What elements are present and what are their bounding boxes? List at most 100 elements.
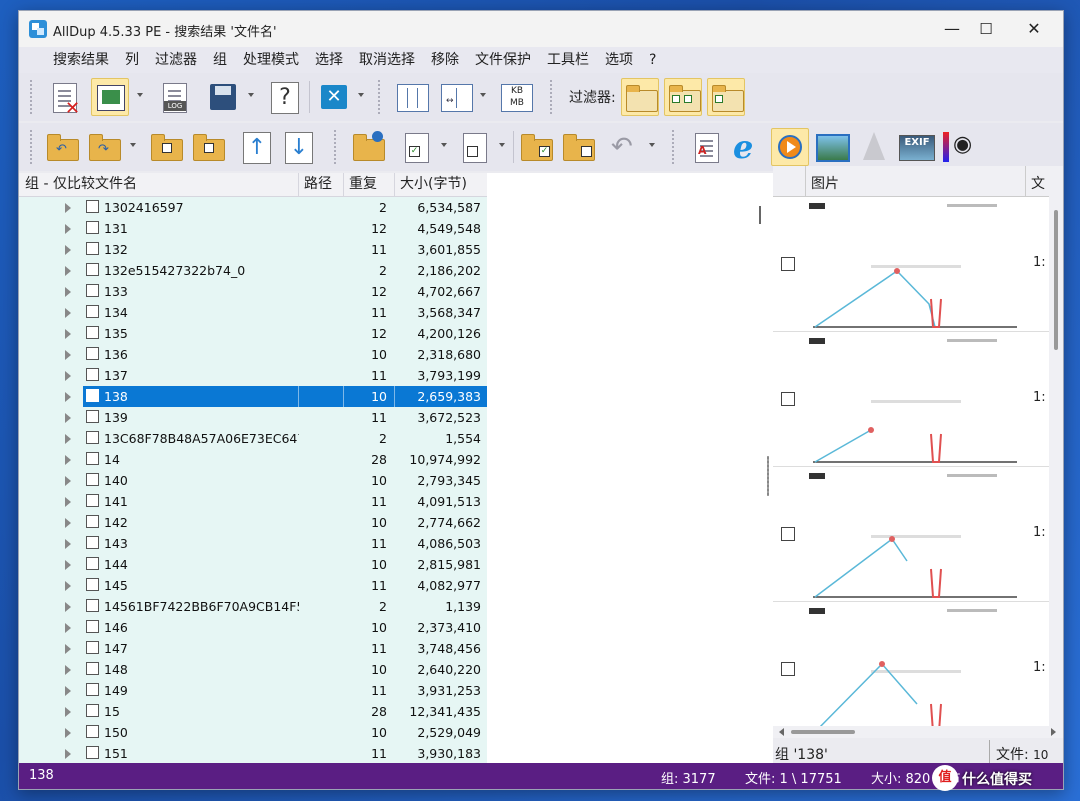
preview-splitter-grip[interactable] [767, 456, 769, 496]
table-row[interactable]: 133 12 4,702,667 [19, 281, 487, 302]
table-row[interactable]: 141 11 4,091,513 [19, 491, 487, 512]
audio-button[interactable]: ◉ [939, 128, 977, 166]
menu-file-protect[interactable]: 文件保护 [467, 47, 539, 73]
expand-icon[interactable] [65, 623, 71, 633]
expand-icon[interactable] [65, 665, 71, 675]
row-checkbox[interactable] [86, 746, 99, 759]
row-checkbox[interactable] [86, 242, 99, 255]
row-checkbox[interactable] [86, 662, 99, 675]
check-doc-dropdown-icon[interactable] [441, 143, 447, 147]
table-row[interactable]: 148 10 2,640,220 [19, 659, 487, 680]
exif-button[interactable]: EXIF [897, 128, 935, 166]
expand-icon[interactable] [65, 602, 71, 612]
row-checkbox[interactable] [86, 725, 99, 738]
preview-vertical-scrollbar[interactable] [1049, 196, 1063, 726]
folder-forward-button[interactable]: ↷ [85, 128, 123, 166]
column-header-path[interactable]: 路径 [298, 173, 332, 196]
filter-1-button[interactable] [621, 78, 659, 116]
menu-search-results[interactable]: 搜索结果 [45, 47, 117, 73]
table-row[interactable]: 14 28 10,974,992 [19, 449, 487, 470]
table-row[interactable]: 147 11 3,748,456 [19, 638, 487, 659]
expand-icon[interactable] [65, 518, 71, 528]
row-checkbox[interactable] [86, 452, 99, 465]
expand-icon[interactable] [65, 434, 71, 444]
expand-icon[interactable] [65, 245, 71, 255]
menu-group[interactable]: 组 [205, 47, 235, 73]
expand-icon[interactable] [65, 287, 71, 297]
row-checkbox[interactable] [86, 368, 99, 381]
scrollbar-thumb[interactable] [791, 730, 855, 734]
expand-icon[interactable] [65, 329, 71, 339]
row-checkbox[interactable] [86, 284, 99, 297]
row-checkbox[interactable] [86, 200, 99, 213]
remove-dropdown-icon[interactable] [358, 93, 364, 97]
expand-icon[interactable] [65, 728, 71, 738]
row-checkbox[interactable] [86, 683, 99, 696]
preview-checkbox[interactable] [781, 257, 795, 271]
column-header-size[interactable]: 大小(字节) [394, 173, 467, 196]
row-checkbox[interactable] [86, 263, 99, 276]
table-row[interactable]: 14561BF7422BB6F70A9CB14F5AA 2 1,139 [19, 596, 487, 617]
table-row[interactable]: 131 12 4,549,548 [19, 218, 487, 239]
table-row[interactable]: 139 11 3,672,523 [19, 407, 487, 428]
row-checkbox[interactable] [86, 620, 99, 633]
menu-process-mode[interactable]: 处理模式 [235, 47, 307, 73]
expand-icon[interactable] [65, 455, 71, 465]
table-row[interactable]: 150 10 2,529,049 [19, 722, 487, 743]
column-width-button[interactable]: ↔ [437, 78, 475, 116]
media-player-button[interactable] [771, 128, 809, 166]
expand-icon[interactable] [65, 644, 71, 654]
uncheck-folder-button[interactable] [559, 128, 597, 166]
column-header-group[interactable]: 组 - 仅比较文件名 [25, 173, 137, 196]
menu-deselect[interactable]: 取消选择 [351, 47, 423, 73]
image-viewer-button[interactable] [813, 128, 851, 166]
results-grid[interactable]: 组 - 仅比较文件名 路径 重复 大小(字节) 1302416597 2 6,534… [19, 173, 487, 763]
menu-select[interactable]: 选择 [307, 47, 351, 73]
row-checkbox[interactable] [86, 221, 99, 234]
expand-icon[interactable] [65, 560, 71, 570]
expand-icon[interactable] [65, 581, 71, 591]
row-checkbox[interactable] [86, 410, 99, 423]
table-row[interactable]: 136 10 2,318,680 [19, 344, 487, 365]
close-button[interactable]: ✕ [1011, 11, 1057, 47]
table-row[interactable]: 132e515427322b74_0 2 2,186,202 [19, 260, 487, 281]
expand-icon[interactable] [65, 350, 71, 360]
row-checkbox[interactable] [86, 515, 99, 528]
scroll-right-icon[interactable] [1051, 728, 1056, 736]
table-row[interactable]: 15 28 12,341,435 [19, 701, 487, 722]
uncheck-doc-button[interactable] [455, 128, 493, 166]
table-row[interactable]: 151 11 3,930,183 [19, 743, 487, 763]
folder-up-button[interactable] [147, 128, 185, 166]
table-row[interactable]: 135 12 4,200,126 [19, 323, 487, 344]
help-button[interactable]: ? [265, 78, 303, 116]
row-checkbox[interactable] [86, 536, 99, 549]
preview-dropdown-icon[interactable] [137, 93, 143, 97]
column-header-dup[interactable]: 重复 [343, 173, 377, 196]
preview-button[interactable] [91, 78, 129, 116]
preview-row[interactable]: 1: [773, 602, 1049, 737]
expand-icon[interactable] [65, 371, 71, 381]
table-row[interactable]: 140 10 2,793,345 [19, 470, 487, 491]
preview-horizontal-scrollbar[interactable] [773, 726, 1063, 738]
expand-icon[interactable] [65, 539, 71, 549]
columns-button[interactable] [393, 78, 431, 116]
remove-button[interactable]: ✕ [315, 78, 353, 116]
menu-options[interactable]: 选项 [597, 47, 641, 73]
row-checkbox[interactable] [86, 389, 99, 402]
pane-splitter-grip[interactable] [759, 206, 761, 224]
row-checkbox[interactable] [86, 704, 99, 717]
preview-row[interactable]: 1: [773, 197, 1049, 332]
check-doc-button[interactable]: ✓ [397, 128, 435, 166]
table-row[interactable]: 137 11 3,793,199 [19, 365, 487, 386]
expand-icon[interactable] [65, 308, 71, 318]
expand-icon[interactable] [65, 497, 71, 507]
expand-icon[interactable] [65, 707, 71, 717]
folder-settings-button[interactable] [349, 128, 387, 166]
row-checkbox[interactable] [86, 431, 99, 444]
table-row[interactable]: 13C68F78B48A57A06E73EC647A4 2 1,554 [19, 428, 487, 449]
table-row[interactable]: 1302416597 2 6,534,587 [19, 197, 487, 218]
table-row[interactable]: 146 10 2,373,410 [19, 617, 487, 638]
move-up-button[interactable]: ↑ [237, 128, 275, 166]
row-checkbox[interactable] [86, 578, 99, 591]
folder-back-button[interactable]: ↶ [43, 128, 81, 166]
